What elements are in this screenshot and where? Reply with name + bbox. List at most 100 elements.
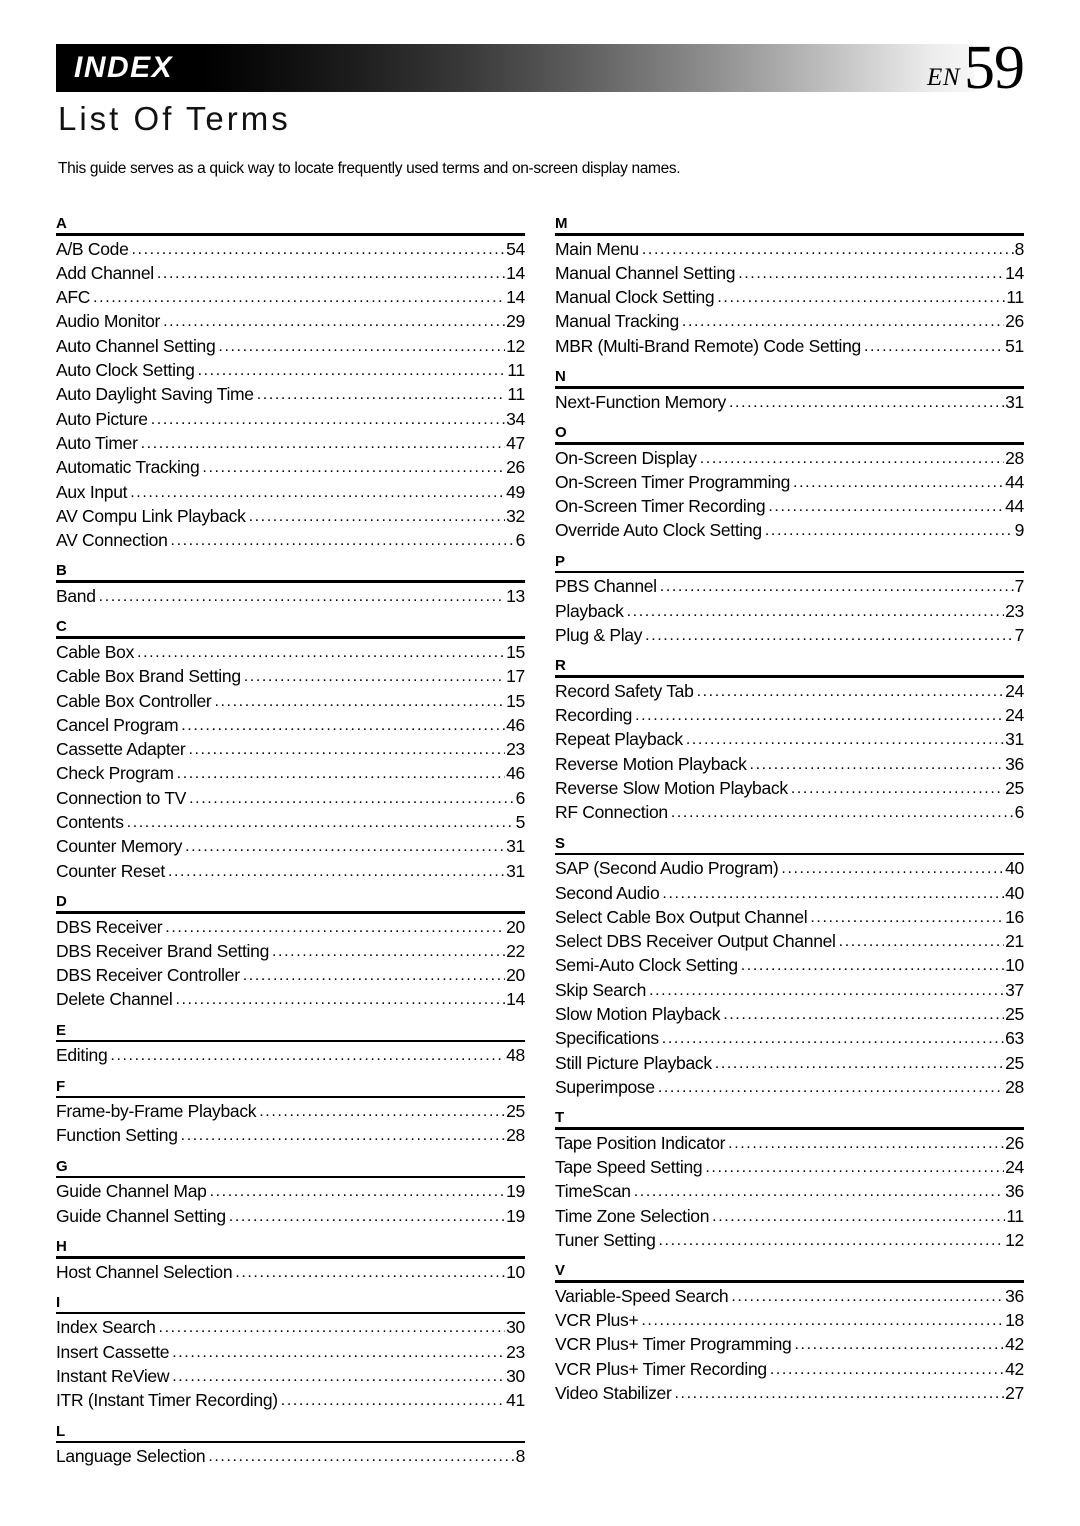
index-entry[interactable]: Manual Channel Setting..................… — [555, 262, 1024, 286]
section-divider-rule — [555, 852, 1024, 856]
index-entry[interactable]: VCR Plus+ Timer Programming.............… — [555, 1333, 1024, 1357]
index-entry[interactable]: On-Screen Display.......................… — [555, 447, 1024, 471]
dot-leader: ........................................… — [749, 755, 1005, 773]
index-entry[interactable]: Specifications..........................… — [555, 1027, 1024, 1051]
index-entry[interactable]: Reverse Slow Motion Playback............… — [555, 777, 1024, 801]
index-entry[interactable]: Select Cable Box Output Channel.........… — [555, 906, 1024, 930]
index-entry-term: Guide Channel Map — [56, 1181, 207, 1202]
index-entry[interactable]: ITR (Instant Timer Recording)...........… — [56, 1389, 525, 1413]
index-entry[interactable]: Frame-by-Frame Playback.................… — [56, 1100, 525, 1124]
index-entry[interactable]: Insert Cassette.........................… — [56, 1341, 525, 1365]
index-entry[interactable]: Cable Box Brand Setting.................… — [56, 665, 525, 689]
index-entry[interactable]: Variable-Speed Search...................… — [555, 1285, 1024, 1309]
index-entry[interactable]: Video Stabilizer........................… — [555, 1382, 1024, 1406]
index-entry[interactable]: Reverse Motion Playback.................… — [555, 753, 1024, 777]
index-entry[interactable]: Plug & Play.............................… — [555, 624, 1024, 648]
index-entry[interactable]: Automatic Tracking......................… — [56, 456, 525, 480]
index-entry[interactable]: Editing.................................… — [56, 1044, 525, 1068]
index-entry[interactable]: Superimpose.............................… — [555, 1076, 1024, 1100]
index-entry-term: Index Search — [56, 1317, 156, 1338]
index-entry[interactable]: Guide Channel Map.......................… — [56, 1180, 525, 1204]
index-entry[interactable]: Skip Search.............................… — [555, 979, 1024, 1003]
index-entry[interactable]: Select DBS Receiver Output Channel......… — [555, 930, 1024, 954]
index-entry[interactable]: Auto Clock Setting......................… — [56, 359, 525, 383]
index-entry[interactable]: Connection to TV........................… — [56, 787, 525, 811]
index-entry[interactable]: Counter Reset...........................… — [56, 860, 525, 884]
section-divider-rule — [555, 386, 1024, 389]
index-entry-page-number: 18 — [1005, 1310, 1024, 1331]
index-entry[interactable]: Audio Monitor...........................… — [56, 310, 525, 334]
index-entry-page-number: 28 — [1005, 1076, 1024, 1097]
index-entry[interactable]: SAP (Second Audio Program)..............… — [555, 857, 1024, 881]
section-divider-rule — [56, 1175, 525, 1179]
index-entry[interactable]: Add Channel.............................… — [56, 262, 525, 286]
index-entry[interactable]: PBS Channel.............................… — [555, 575, 1024, 599]
dot-leader: ........................................… — [662, 884, 1004, 902]
index-entry[interactable]: On-Screen Timer Recording...............… — [555, 495, 1024, 519]
index-entry-page-number: 7 — [1014, 624, 1025, 645]
index-entry[interactable]: Second Audio............................… — [555, 882, 1024, 906]
index-entry[interactable]: AV Compu Link Playback..................… — [56, 505, 525, 529]
index-entry[interactable]: A/B Code................................… — [56, 238, 525, 262]
index-entry[interactable]: Tape Position Indicator.................… — [555, 1132, 1024, 1156]
index-entry[interactable]: Record Safety Tab.......................… — [555, 680, 1024, 704]
index-entry[interactable]: Cancel Program..........................… — [56, 714, 525, 738]
index-entry[interactable]: Manual Tracking.........................… — [555, 310, 1024, 334]
index-entry[interactable]: Repeat Playback.........................… — [555, 728, 1024, 752]
index-entry[interactable]: Language Selection......................… — [56, 1445, 525, 1469]
index-entry[interactable]: Tuner Setting...........................… — [555, 1229, 1024, 1253]
index-entry[interactable]: Next-Function Memory....................… — [555, 391, 1024, 415]
dot-leader: ........................................… — [176, 765, 506, 783]
index-entry[interactable]: Main Menu...............................… — [555, 238, 1024, 262]
index-entry[interactable]: Check Program...........................… — [56, 762, 525, 786]
index-entry[interactable]: Cable Box Controller....................… — [56, 690, 525, 714]
index-entry[interactable]: Semi-Auto Clock Setting.................… — [555, 954, 1024, 978]
index-section-e: E Editing................................… — [56, 1013, 525, 1069]
index-entry[interactable]: Auto Timer..............................… — [56, 432, 525, 456]
index-entry[interactable]: VCR Plus+...............................… — [555, 1309, 1024, 1333]
index-entry[interactable]: Delete Channel..........................… — [56, 988, 525, 1012]
index-entry[interactable]: Band....................................… — [56, 585, 525, 609]
index-entry-page-number: 31 — [506, 860, 525, 881]
index-entry[interactable]: Index Search............................… — [56, 1316, 525, 1340]
index-entry[interactable]: AV Connection...........................… — [56, 529, 525, 553]
index-entry-term: Skip Search — [555, 979, 647, 1000]
index-entry[interactable]: MBR (Multi-Brand Remote) Code Setting...… — [555, 335, 1024, 359]
index-entry[interactable]: DBS Receiver............................… — [56, 916, 525, 940]
index-entry[interactable]: Still Picture Playback..................… — [555, 1052, 1024, 1076]
index-entry[interactable]: Guide Channel Setting...................… — [56, 1205, 525, 1229]
index-entry[interactable]: RF Connection...........................… — [555, 801, 1024, 825]
index-entry[interactable]: Slow Motion Playback....................… — [555, 1003, 1024, 1027]
index-entry[interactable]: Function Setting........................… — [56, 1124, 525, 1148]
index-entry-page-number: 14 — [506, 989, 525, 1010]
index-entry[interactable]: DBS Receiver Controller.................… — [56, 964, 525, 988]
index-entry[interactable]: Cassette Adapter........................… — [56, 738, 525, 762]
index-entry[interactable]: Recording...............................… — [555, 704, 1024, 728]
index-entry[interactable]: Time Zone Selection.....................… — [555, 1205, 1024, 1229]
index-entry[interactable]: Instant ReView..........................… — [56, 1365, 525, 1389]
index-entry[interactable]: Playback................................… — [555, 600, 1024, 624]
index-entry[interactable]: Contents................................… — [56, 811, 525, 835]
index-entry[interactable]: Tape Speed Setting......................… — [555, 1156, 1024, 1180]
section-letter-heading: O — [555, 423, 567, 441]
index-entry[interactable]: Override Auto Clock Setting.............… — [555, 519, 1024, 543]
index-entry[interactable]: On-Screen Timer Programming.............… — [555, 471, 1024, 495]
index-entry[interactable]: Cable Box...............................… — [56, 641, 525, 665]
header-section-label: INDEX — [74, 51, 174, 84]
index-entry[interactable]: VCR Plus+ Timer Recording...............… — [555, 1358, 1024, 1382]
index-entry[interactable]: Auto Picture............................… — [56, 408, 525, 432]
index-entry-term: Counter Reset — [56, 860, 165, 881]
dot-leader: ........................................… — [723, 1005, 1004, 1023]
index-entry-page-number: 63 — [1005, 1028, 1024, 1049]
index-entry-page-number: 46 — [506, 763, 525, 784]
index-entry[interactable]: TimeScan................................… — [555, 1180, 1024, 1204]
index-entry[interactable]: Host Channel Selection..................… — [56, 1261, 525, 1285]
index-entry[interactable]: AFC.....................................… — [56, 286, 525, 310]
index-entry[interactable]: Auto Channel Setting....................… — [56, 335, 525, 359]
index-entry[interactable]: Counter Memory..........................… — [56, 835, 525, 859]
index-entry[interactable]: Manual Clock Setting....................… — [555, 286, 1024, 310]
index-entry[interactable]: DBS Receiver Brand Setting..............… — [56, 940, 525, 964]
index-entry[interactable]: Auto Daylight Saving Time...............… — [56, 383, 525, 407]
index-section-t: T Tape Position Indicator................… — [555, 1100, 1024, 1253]
index-entry[interactable]: Aux Input...............................… — [56, 481, 525, 505]
